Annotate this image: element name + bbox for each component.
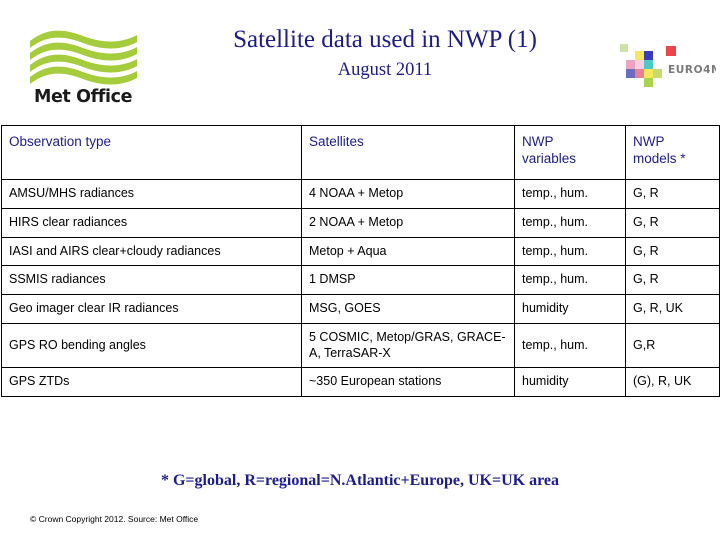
cell-satellites: 2 NOAA + Metop [301, 207, 515, 238]
cell-nwp-models: G, R [625, 207, 720, 238]
cell-nwp-models: G,R [625, 322, 720, 369]
column-header-nwp-variables: NWP variables [514, 125, 626, 180]
header-line: Satellites [309, 134, 364, 149]
page-title: Satellite data used in NWP (1) [233, 26, 537, 53]
cell-nwp-models: G, R [625, 265, 720, 295]
cell-nwp-variables: temp., hum. [514, 179, 626, 209]
cell-nwp-variables: temp., hum. [514, 236, 626, 267]
cell-nwp-variables: humidity [514, 294, 626, 324]
met-office-wave-icon [30, 30, 137, 85]
slide-header: Met Office Satellite data used in NWP (1… [0, 0, 720, 122]
cell-nwp-variables: temp., hum. [514, 265, 626, 295]
cell-nwp-variables: temp., hum. [514, 322, 626, 369]
header-line: Observation type [9, 134, 112, 149]
table-header: Observation type Satellites NWP variable… [1, 125, 720, 180]
cell-observation-type: Geo imager clear IR radiances [1, 294, 302, 324]
cell-satellites: MSG, GOES [301, 294, 515, 324]
cell-nwp-variables: humidity [514, 367, 626, 397]
met-office-logo: Met Office [27, 27, 139, 113]
cell-nwp-models: (G), R, UK [625, 367, 720, 397]
table-header-row: Observation type Satellites NWP variable… [1, 125, 720, 180]
cell-observation-type: GPS RO bending angles [1, 322, 302, 369]
table-row: Geo imager clear IR radiances MSG, GOES … [1, 294, 720, 324]
copyright-notice: © Crown Copyright 2012. Source: Met Offi… [30, 514, 199, 524]
slide-canvas: Met Office Satellite data used in NWP (1… [0, 0, 720, 540]
cell-nwp-models: G, R, UK [625, 294, 720, 324]
table-row: HIRS clear radiances 2 NOAA + Metop temp… [1, 207, 720, 238]
cell-observation-type: GPS ZTDs [1, 367, 302, 397]
met-office-wordmark: Met Office [33, 87, 133, 107]
header-line: NWP [522, 134, 554, 149]
euro4m-wordmark: EURO4M [668, 64, 716, 76]
column-header-nwp-models: NWP models * [625, 125, 720, 180]
table-row: AMSU/MHS radiances 4 NOAA + Metop temp.,… [1, 179, 720, 209]
euro4m-logo: EURO4M [620, 42, 716, 90]
table-row: GPS RO bending angles 5 COSMIC, Metop/GR… [1, 322, 720, 369]
cell-satellites: ~350 European stations [301, 367, 515, 397]
cell-satellites: 4 NOAA + Metop [301, 179, 515, 209]
header-line: NWP [633, 134, 665, 149]
cell-observation-type: SSMIS radiances [1, 265, 302, 295]
table-footnote: * G=global, R=regional=N.Atlantic+Europe… [160, 472, 560, 489]
cell-observation-type: HIRS clear radiances [1, 207, 302, 238]
table-row: GPS ZTDs ~350 European stations humidity… [1, 367, 720, 397]
cell-satellites: 5 COSMIC, Metop/GRAS, GRACE-A, TerraSAR-… [301, 322, 515, 369]
header-line: variables [522, 151, 577, 166]
cell-nwp-models: G, R [625, 236, 720, 267]
cell-observation-type: AMSU/MHS radiances [1, 179, 302, 209]
header-line: models * [633, 151, 686, 166]
page-subtitle: August 2011 [337, 60, 433, 80]
cell-satellites: Metop + Aqua [301, 236, 515, 267]
table-body: AMSU/MHS radiances 4 NOAA + Metop temp.,… [1, 179, 720, 397]
table-row: IASI and AIRS clear+cloudy radiances Met… [1, 236, 720, 267]
column-header-observation-type: Observation type [1, 125, 302, 180]
euro4m-mosaic-icon: EURO4M [620, 44, 716, 87]
cell-observation-type: IASI and AIRS clear+cloudy radiances [1, 236, 302, 267]
column-header-satellites: Satellites [301, 125, 515, 180]
cell-satellites: 1 DMSP [301, 265, 515, 295]
satellite-data-table: Observation type Satellites NWP variable… [1, 125, 720, 397]
title-block: Satellite data used in NWP (1) August 20… [150, 26, 620, 81]
table-row: SSMIS radiances 1 DMSP temp., hum. G, R [1, 265, 720, 295]
cell-nwp-models: G, R [625, 179, 720, 209]
cell-nwp-variables: temp., hum. [514, 207, 626, 238]
